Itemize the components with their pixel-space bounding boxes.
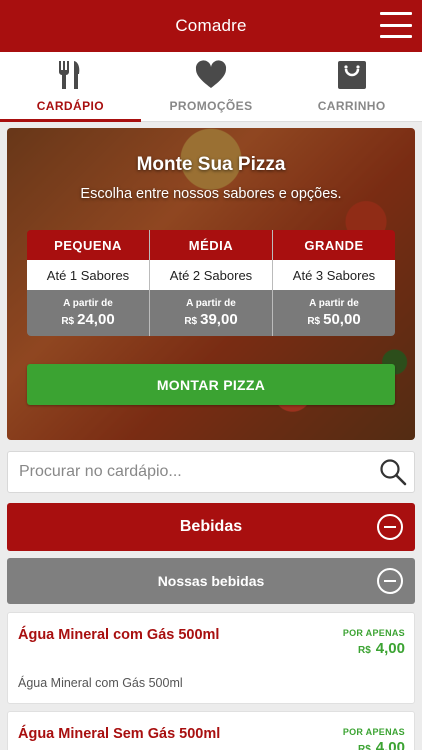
price-label: POR APENAS	[342, 628, 405, 638]
size-name: GRANDE	[273, 230, 395, 260]
app-title: Comadre	[175, 16, 247, 35]
menu-search-bar	[7, 451, 415, 493]
heart-icon	[195, 60, 227, 88]
subcategory-title: Nossas bebidas	[157, 573, 265, 589]
search-icon[interactable]	[372, 451, 414, 493]
size-flavors: Até 3 Sabores	[273, 260, 395, 290]
price-from-label: A partir de	[63, 298, 113, 309]
size-option-pequena[interactable]: PEQUENA Até 1 Sabores A partir de R$ 24,0…	[27, 230, 150, 336]
price-from-label: A partir de	[309, 298, 359, 309]
collapse-icon[interactable]	[377, 568, 403, 594]
tab-label: PROMOÇÕES	[169, 99, 253, 113]
price-value: 4,00	[375, 739, 405, 750]
currency-symbol: R$	[358, 645, 371, 656]
currency-symbol: R$	[61, 316, 75, 327]
tab-carrinho[interactable]: CARRINHO	[281, 52, 422, 121]
item-name: Água Mineral Sem Gás 500ml	[18, 726, 221, 742]
search-input[interactable]	[19, 463, 372, 481]
category-header-bebidas[interactable]: Bebidas	[7, 503, 415, 551]
tab-bar: CARDÁPIO PROMOÇÕES CARRINHO	[0, 52, 422, 122]
size-price: A partir de R$ 39,00	[150, 290, 272, 336]
banner-subtitle: Escolha entre nossos sabores e opções.	[80, 186, 342, 202]
build-pizza-banner: Monte Sua Pizza Escolha entre nossos sab…	[7, 128, 415, 440]
size-flavors: Até 2 Sabores	[150, 260, 272, 290]
price-value: 4,00	[375, 640, 405, 657]
item-price: R$ 4,00	[358, 640, 405, 657]
hamburger-menu-icon[interactable]	[380, 12, 412, 38]
banner-title: Monte Sua Pizza	[136, 154, 286, 175]
menu-item[interactable]: Água Mineral Sem Gás 500ml POR APENAS R$…	[7, 711, 415, 750]
price-from-label: A partir de	[186, 298, 236, 309]
cutlery-icon	[59, 61, 80, 89]
shopping-bag-icon	[337, 61, 366, 89]
size-name: PEQUENA	[27, 230, 149, 260]
collapse-icon[interactable]	[377, 514, 403, 540]
category-title: Bebidas	[179, 518, 243, 535]
size-name: MÉDIA	[150, 230, 272, 260]
item-description: Água Mineral com Gás 500ml	[18, 676, 183, 690]
currency-symbol: R$	[307, 316, 321, 327]
size-price: A partir de R$ 50,00	[273, 290, 395, 336]
currency-symbol: R$	[358, 744, 371, 750]
tab-label: CARDÁPIO	[36, 99, 104, 113]
price-value: 39,00	[200, 311, 238, 328]
tab-cardapio[interactable]: CARDÁPIO	[0, 52, 141, 122]
price-value: 24,00	[77, 311, 115, 328]
subcategory-header[interactable]: Nossas bebidas	[7, 558, 415, 604]
price-value: 50,00	[323, 311, 361, 328]
size-option-media[interactable]: MÉDIA Até 2 Sabores A partir de R$ 39,00	[150, 230, 273, 336]
tab-promocoes[interactable]: PROMOÇÕES	[141, 52, 282, 121]
build-pizza-button[interactable]: MONTAR PIZZA	[27, 364, 395, 405]
size-price: A partir de R$ 24,00	[27, 290, 149, 336]
menu-item[interactable]: Água Mineral com Gás 500ml Água Mineral …	[7, 612, 415, 704]
item-price: R$ 4,00	[358, 739, 405, 750]
size-flavors: Até 1 Sabores	[27, 260, 149, 290]
price-label: POR APENAS	[342, 727, 405, 737]
app-header: Comadre	[0, 0, 422, 52]
size-option-grande[interactable]: GRANDE Até 3 Sabores A partir de R$ 50,00	[273, 230, 395, 336]
item-name: Água Mineral com Gás 500ml	[18, 627, 220, 643]
currency-symbol: R$	[184, 316, 198, 327]
tab-label: CARRINHO	[317, 99, 386, 113]
pizza-size-table: PEQUENA Até 1 Sabores A partir de R$ 24,0…	[27, 230, 395, 336]
